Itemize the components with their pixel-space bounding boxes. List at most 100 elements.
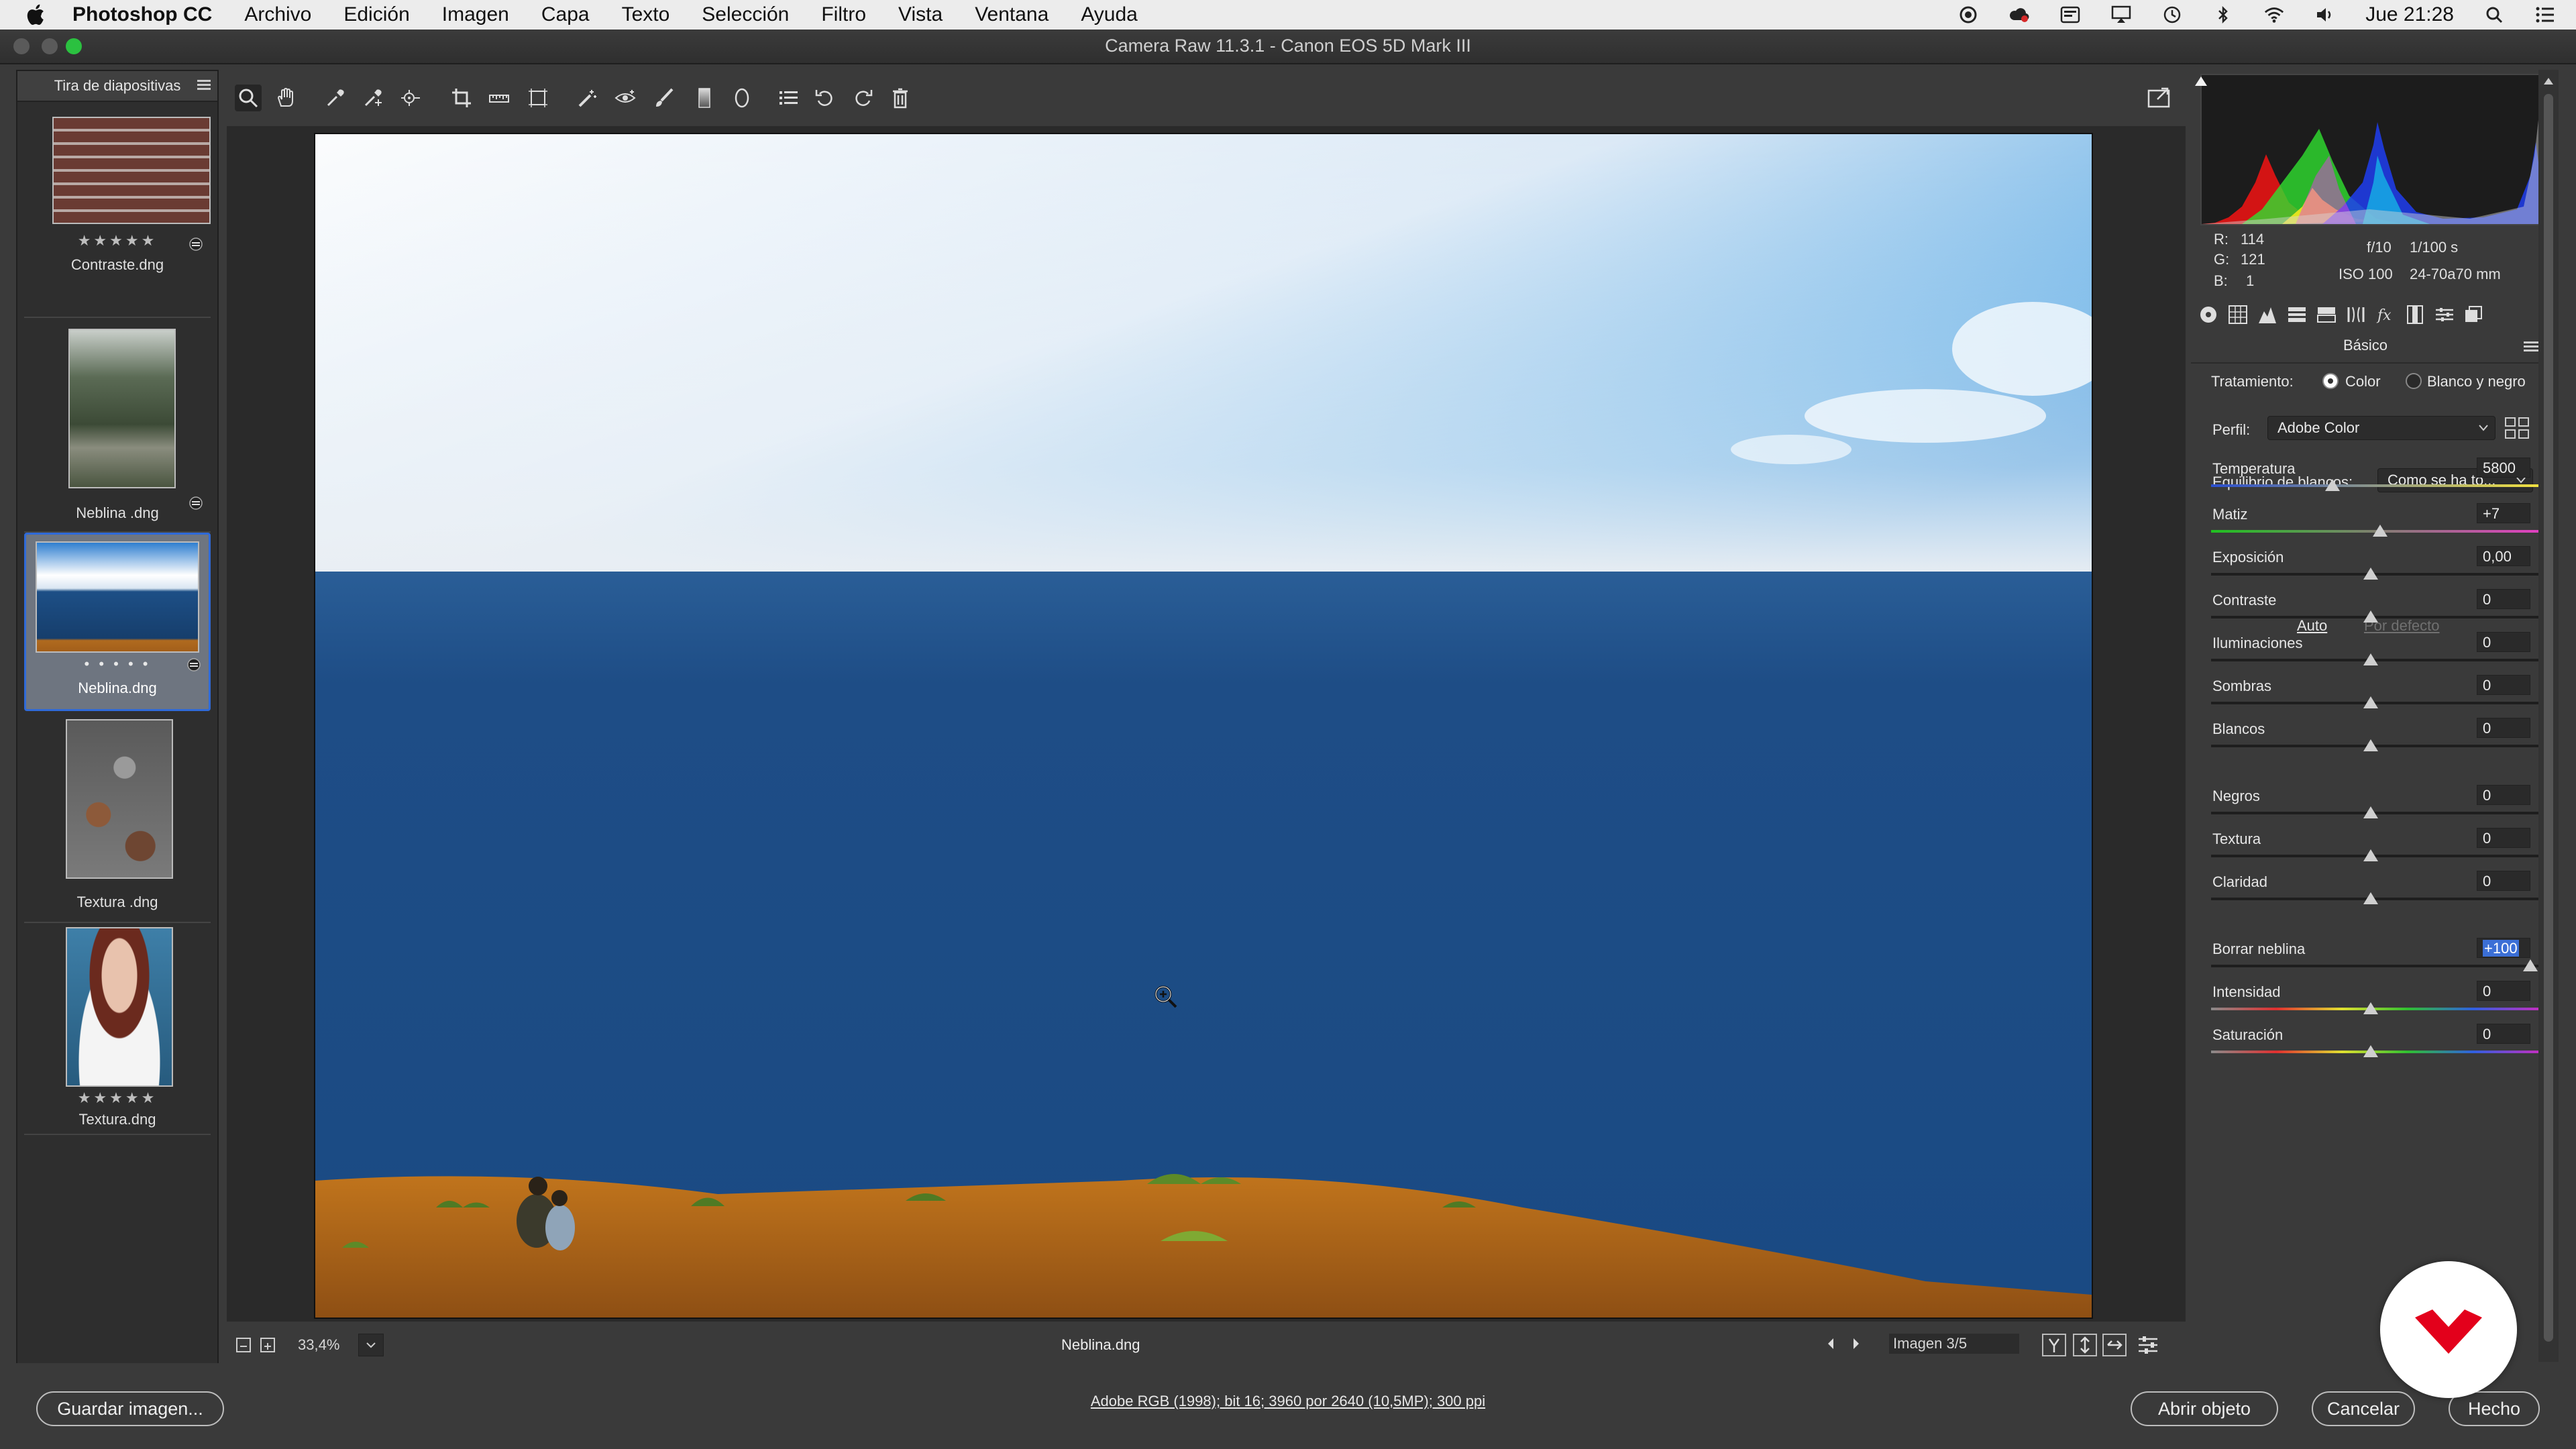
preferences-list-icon[interactable]: [775, 85, 802, 111]
slider-handle[interactable]: [2363, 892, 2378, 904]
slider-value-input[interactable]: 0,00: [2477, 546, 2530, 566]
slider-handle[interactable]: [2363, 1045, 2378, 1057]
slider-value-input[interactable]: 0: [2477, 871, 2530, 891]
airplay-icon[interactable]: [2110, 5, 2132, 25]
filmstrip-item-neblina-selected[interactable]: • • • • • Neblina.dng: [24, 533, 211, 711]
bluetooth-icon[interactable]: [2212, 5, 2234, 25]
spot-removal-tool-icon[interactable]: [574, 85, 601, 111]
volume-icon[interactable]: [2314, 5, 2336, 25]
slider-value-input[interactable]: 0: [2477, 718, 2530, 738]
zoom-out-button[interactable]: [236, 1338, 251, 1352]
menubar-clock[interactable]: Jue 21:28: [2365, 3, 2454, 26]
hand-tool-icon[interactable]: [272, 85, 299, 111]
profile-browser-icon[interactable]: [2504, 415, 2530, 445]
straighten-tool-icon[interactable]: [486, 85, 513, 111]
panel-scrollbar[interactable]: [2538, 70, 2559, 1362]
tab-tone-curve-icon[interactable]: [2227, 304, 2249, 325]
wifi-icon[interactable]: [2263, 5, 2285, 25]
menu-texto[interactable]: Texto: [622, 3, 670, 26]
targeted-adjustment-tool-icon[interactable]: [397, 85, 424, 111]
tab-effects-icon[interactable]: fx: [2375, 304, 2396, 325]
slider-handle[interactable]: [2363, 696, 2378, 708]
slider-value-input[interactable]: 0: [2477, 632, 2530, 652]
filmstrip-item-contraste[interactable]: ★★★★★ Contraste.dng: [24, 105, 211, 318]
slider-handle[interactable]: [2363, 739, 2378, 751]
crop-tool-icon[interactable]: [448, 85, 475, 111]
slider-handle[interactable]: [2363, 568, 2378, 580]
tab-presets-icon[interactable]: [2434, 304, 2455, 325]
profile-dropdown[interactable]: Adobe Color: [2267, 416, 2496, 440]
auto-button[interactable]: Auto: [2297, 617, 2327, 635]
tab-split-toning-icon[interactable]: [2316, 304, 2337, 325]
menu-edicion[interactable]: Edición: [343, 3, 409, 26]
slider-value-input[interactable]: 0: [2477, 981, 2530, 1001]
rotate-right-icon[interactable]: [849, 85, 876, 111]
zoom-dropdown[interactable]: [358, 1334, 384, 1356]
transform-tool-icon[interactable]: [525, 85, 551, 111]
tab-calibration-icon[interactable]: [2404, 304, 2426, 325]
graduated-filter-icon[interactable]: [691, 85, 718, 111]
rating-stars[interactable]: ★★★★★: [24, 1089, 211, 1107]
time-machine-icon[interactable]: [2161, 5, 2183, 25]
menu-filtro[interactable]: Filtro: [821, 3, 866, 26]
rotate-left-icon[interactable]: [812, 85, 839, 111]
image-preview[interactable]: [314, 133, 2093, 1319]
panel-menu-icon[interactable]: [2524, 341, 2538, 353]
notification-center-icon[interactable]: [2534, 5, 2556, 25]
scroll-up-icon[interactable]: [2538, 71, 2559, 91]
slider-handle[interactable]: [2523, 959, 2538, 971]
radial-filter-icon[interactable]: [729, 85, 755, 111]
adjustment-brush-icon[interactable]: [651, 85, 678, 111]
finder-icon[interactable]: [2059, 5, 2081, 25]
rating-dots[interactable]: • • • • •: [26, 655, 209, 673]
slider-value-input[interactable]: 0: [2477, 828, 2530, 848]
slider-track[interactable]: [2211, 484, 2538, 487]
trash-icon[interactable]: [887, 85, 914, 111]
menu-ayuda[interactable]: Ayuda: [1081, 3, 1138, 26]
slider-handle[interactable]: [2363, 653, 2378, 665]
copy-settings-icon[interactable]: [2102, 1334, 2127, 1356]
slider-handle[interactable]: [2363, 806, 2378, 818]
tab-hsl-icon[interactable]: [2286, 304, 2308, 325]
treatment-color-radio[interactable]: [2322, 373, 2339, 389]
filmstrip-item-neblina-1[interactable]: Neblina .dng: [24, 317, 211, 533]
menu-app-photoshop[interactable]: Photoshop CC: [72, 3, 212, 26]
record-icon[interactable]: [1957, 5, 1979, 25]
filmstrip-item-textura-2[interactable]: ★★★★★ Textura.dng: [24, 922, 211, 1135]
slider-handle[interactable]: [2373, 525, 2388, 537]
slider-value-input[interactable]: 0: [2477, 589, 2530, 609]
menu-imagen[interactable]: Imagen: [442, 3, 509, 26]
slider-value-input[interactable]: 0: [2477, 1024, 2530, 1044]
zoom-in-button[interactable]: [260, 1338, 275, 1352]
creative-cloud-icon[interactable]: [2008, 5, 2030, 25]
rating-stars[interactable]: ★★★★★: [24, 232, 211, 250]
next-image-button[interactable]: [1850, 1336, 1862, 1355]
slider-handle[interactable]: [2363, 610, 2378, 623]
slider-value-input[interactable]: +7: [2477, 503, 2530, 523]
previous-image-button[interactable]: [1825, 1336, 1837, 1355]
scroll-thumb[interactable]: [2544, 94, 2553, 1342]
color-sampler-tool-icon[interactable]: [360, 85, 386, 111]
filmstrip-item-textura-1[interactable]: Textura .dng: [24, 710, 211, 923]
slider-handle[interactable]: [2363, 849, 2378, 861]
menu-capa[interactable]: Capa: [541, 3, 590, 26]
slider-value-input[interactable]: 0: [2477, 785, 2530, 805]
apple-icon[interactable]: [23, 1, 50, 28]
menu-vista[interactable]: Vista: [898, 3, 943, 26]
shadow-clipping-warning-icon[interactable]: [2194, 75, 2208, 87]
tab-snapshots-icon[interactable]: [2463, 304, 2485, 325]
tab-basic-icon[interactable]: [2198, 304, 2219, 325]
slider-handle[interactable]: [2324, 479, 2340, 491]
before-after-y-icon[interactable]: [2042, 1334, 2066, 1356]
treatment-bw-radio[interactable]: [2406, 373, 2422, 389]
white-balance-tool-icon[interactable]: [322, 85, 349, 111]
zoom-tool-icon[interactable]: [235, 85, 262, 111]
red-eye-tool-icon[interactable]: [612, 85, 639, 111]
panel-menu-icon[interactable]: [197, 79, 211, 90]
slider-track[interactable]: [2211, 965, 2538, 967]
slider-value-input[interactable]: +100: [2477, 938, 2530, 958]
slider-handle[interactable]: [2363, 1002, 2378, 1014]
menu-ventana[interactable]: Ventana: [975, 3, 1049, 26]
slider-value-input[interactable]: 0: [2477, 675, 2530, 695]
menu-archivo[interactable]: Archivo: [244, 3, 311, 26]
